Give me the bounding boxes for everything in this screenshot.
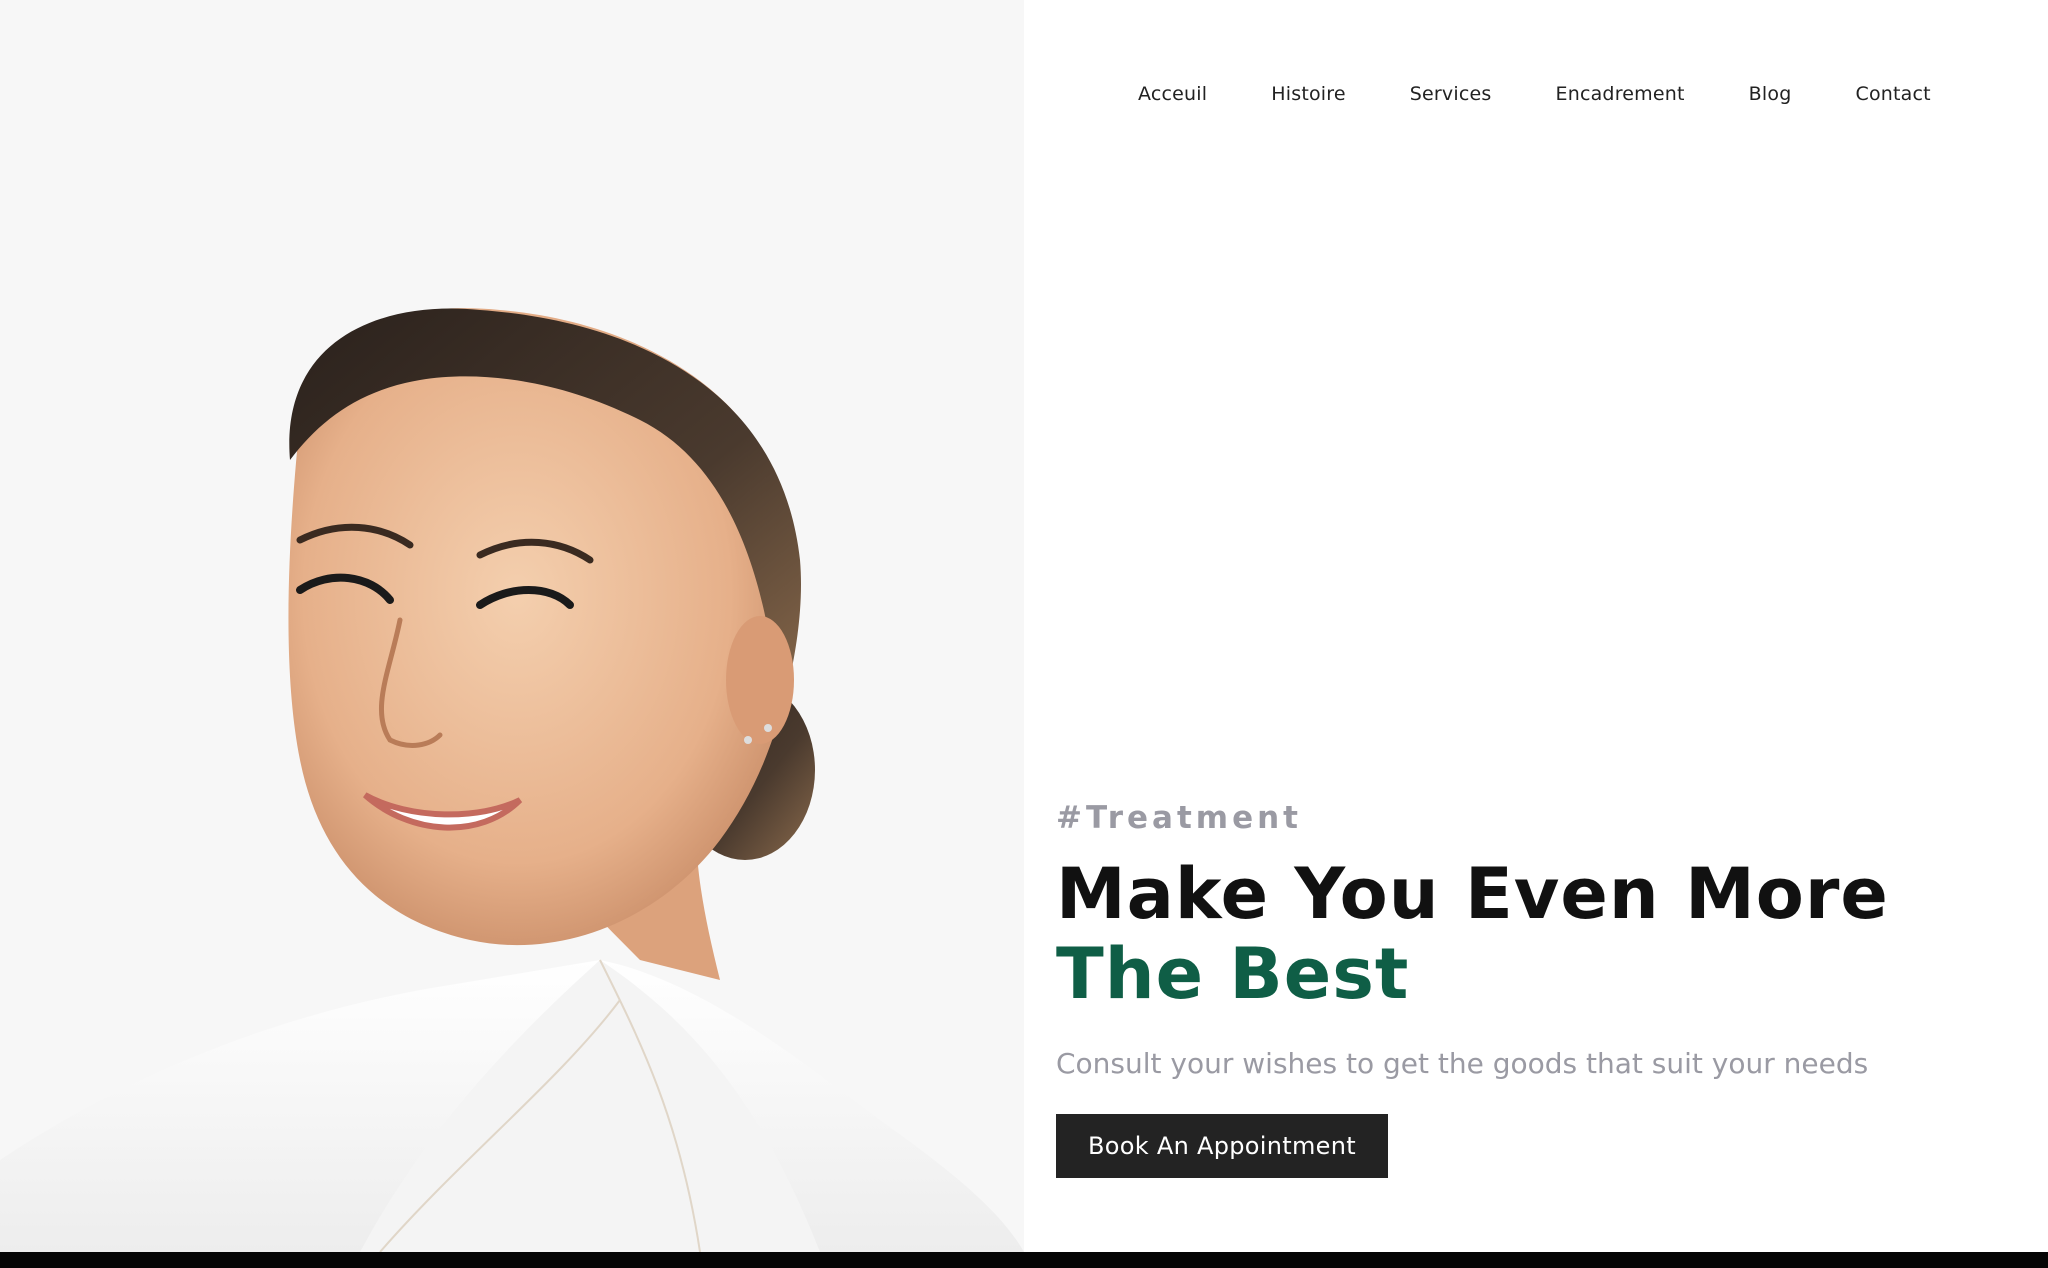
nav-link-blog[interactable]: Blog [1749,83,1792,105]
nav-link-services[interactable]: Services [1410,83,1492,105]
nav-link-contact[interactable]: Contact [1855,83,1930,105]
nav-link-histoire[interactable]: Histoire [1271,83,1346,105]
hero-tag: #Treatment [1056,800,1302,836]
landing-page: Acceuil Histoire Services Encadrement Bl… [0,0,2048,1268]
hero-subtitle: Consult your wishes to get the goods tha… [1056,1047,1869,1080]
book-appointment-button[interactable]: Book An Appointment [1056,1114,1388,1178]
hero-title: Make You Even More The Best [1056,854,2016,1014]
hero-section: #Treatment Make You Even More The Best C… [1056,796,2016,1178]
hero-image [0,0,1024,1252]
hero-title-line-1: Make You Even More [1056,853,1889,935]
hero-title-accent: The Best [1056,933,1410,1015]
nav-link-encadrement[interactable]: Encadrement [1556,83,1685,105]
portrait-illustration [0,308,1024,1252]
nav-link-acceuil[interactable]: Acceuil [1138,83,1207,105]
bottom-strip [0,1252,2048,1268]
main-nav: Acceuil Histoire Services Encadrement Bl… [1138,76,2048,112]
